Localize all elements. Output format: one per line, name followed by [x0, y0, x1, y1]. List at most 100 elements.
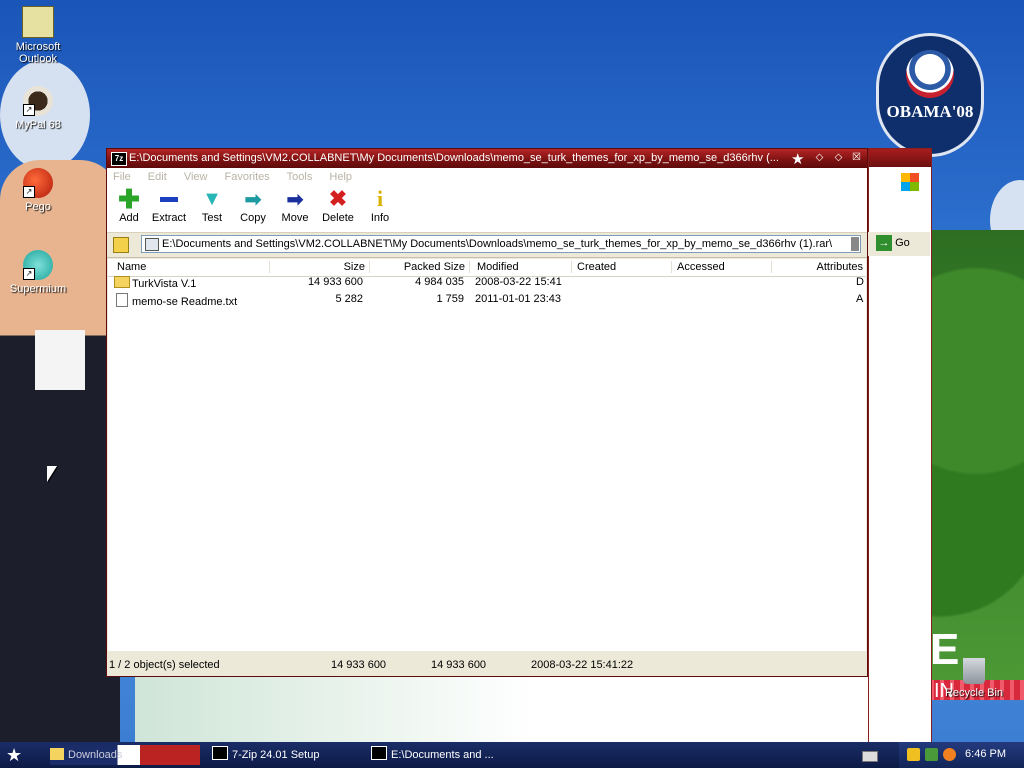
search-icon[interactable] — [943, 748, 956, 761]
close-button[interactable]: ☒ — [850, 152, 863, 164]
table-row[interactable]: TurkVista V.1 14 933 600 4 984 035 2008-… — [108, 276, 866, 292]
menu-file[interactable]: File — [113, 171, 131, 183]
status-packed: 14 933 600 — [431, 659, 487, 671]
row-modified: 2008-03-22 15:41 — [475, 276, 562, 288]
col-modified[interactable]: Modified — [477, 261, 572, 273]
obama-emblem-icon — [906, 50, 954, 98]
7zip-icon — [371, 746, 387, 760]
taskbar-item-downloads[interactable]: Downloads — [50, 745, 200, 765]
network-icon[interactable] — [925, 748, 938, 761]
star-icon[interactable]: ★ — [791, 150, 804, 168]
desktop-icon-label: Recycle Bin — [944, 687, 1004, 699]
col-name[interactable]: Name — [117, 261, 270, 273]
desktop-icon-mypal[interactable]: ↗ MyPal 68 — [0, 86, 76, 131]
status-bar: 1 / 2 object(s) selected 14 933 600 14 9… — [107, 655, 867, 676]
taskbar-item-7zip-setup[interactable]: 7-Zip 24.01 Setup — [212, 745, 319, 765]
row-name: TurkVista V.1 — [132, 278, 197, 290]
move-arrow-icon: ➡ — [286, 188, 304, 211]
outlook-icon — [22, 6, 54, 38]
system-tray: 6:46 PM — [899, 742, 1024, 768]
pego-icon: ↗ — [23, 168, 53, 198]
row-size: 5 282 — [335, 293, 363, 305]
copy-arrow-icon: ➡ — [244, 188, 262, 211]
extract-button[interactable]: Extract — [149, 188, 189, 224]
shortcut-arrow-icon: ↗ — [23, 186, 35, 198]
delete-label: Delete — [322, 212, 354, 224]
desktop-icon-pego[interactable]: ↗ Pego — [0, 168, 76, 213]
start-button[interactable]: ★ — [6, 745, 22, 766]
info-label: Info — [370, 212, 390, 224]
row-packed: 4 984 035 — [415, 276, 464, 288]
row-attr: D — [856, 276, 864, 288]
address-field[interactable]: E:\Documents and Settings\VM2.COLLABNET\… — [141, 235, 861, 253]
maximize-button[interactable]: ◇ — [832, 152, 845, 164]
check-icon: ▼ — [202, 187, 222, 210]
row-packed: 1 759 — [436, 293, 464, 305]
keyboard-icon[interactable] — [862, 751, 878, 762]
extract-label: Extract — [151, 212, 187, 224]
window-titlebar[interactable]: 7z E:\Documents and Settings\VM2.COLLABN… — [107, 149, 867, 168]
row-attr: A — [856, 293, 864, 305]
col-attributes[interactable]: Attributes — [788, 261, 867, 273]
add-button[interactable]: ✚ Add — [109, 184, 149, 225]
info-button[interactable]: i Info — [360, 186, 400, 224]
mouse-cursor — [47, 466, 57, 482]
test-label: Test — [201, 212, 223, 224]
folder-icon — [114, 276, 130, 288]
menu-help[interactable]: Help — [329, 171, 352, 183]
background-window-titlebar[interactable] — [869, 149, 931, 167]
col-size[interactable]: Size — [268, 261, 370, 273]
add-label: Add — [119, 212, 139, 224]
menu-view[interactable]: View — [184, 171, 208, 183]
row-name-cell: memo-se Readme.txt — [116, 293, 237, 308]
taskbar-item-7zip-window[interactable]: E:\Documents and ... — [371, 745, 494, 765]
desktop-icon-outlook[interactable]: Microsoft Outlook — [0, 6, 76, 65]
shortcut-arrow-icon: ↗ — [23, 268, 35, 280]
desktop-icon-label: Pego — [25, 201, 51, 213]
toolbar: ✚ Add Extract ▼ Test ➡ Copy ➡ Move ✖ Del… — [107, 184, 867, 233]
test-button[interactable]: ▼ Test — [192, 187, 232, 225]
7zip-icon — [212, 746, 228, 760]
delete-button[interactable]: ✖ Delete — [318, 186, 358, 224]
address-text: E:\Documents and Settings\VM2.COLLABNET\… — [162, 238, 833, 250]
go-button[interactable]: → Go — [876, 235, 926, 253]
go-arrow-icon: → — [876, 235, 892, 251]
address-bar: E:\Documents and Settings\VM2.COLLABNET\… — [107, 233, 867, 258]
menu-favorites[interactable]: Favorites — [225, 171, 270, 183]
col-accessed[interactable]: Accessed — [677, 261, 772, 273]
row-name: memo-se Readme.txt — [132, 296, 238, 308]
address-dropdown[interactable] — [851, 237, 859, 251]
row-name-cell: TurkVista V.1 — [114, 276, 196, 290]
col-created[interactable]: Created — [577, 261, 672, 273]
minus-icon — [149, 188, 189, 210]
col-packed-size[interactable]: Packed Size — [370, 261, 470, 273]
wallpaper-banner — [135, 677, 930, 742]
raccoon-icon: ↗ — [23, 86, 53, 116]
menu-edit[interactable]: Edit — [148, 171, 167, 183]
folder-icon — [50, 748, 64, 760]
row-size: 14 933 600 — [307, 276, 363, 288]
recycle-bin-icon — [963, 658, 985, 684]
obama-logo: OBAMA'08 — [876, 33, 984, 157]
menu-bar: File Edit View Favorites Tools Help — [107, 168, 867, 186]
file-list[interactable]: Name Size Packed Size Modified Created A… — [108, 259, 866, 759]
column-header: Name Size Packed Size Modified Created A… — [108, 259, 866, 277]
move-button[interactable]: ➡ Move — [275, 188, 315, 225]
info-icon: i — [376, 186, 384, 211]
shield-icon[interactable] — [907, 748, 920, 761]
row-modified: 2011-01-01 23:43 — [475, 293, 562, 305]
minimize-button[interactable]: ◇ — [813, 152, 826, 164]
archive-icon — [145, 238, 159, 251]
copy-button[interactable]: ➡ Copy — [233, 188, 273, 225]
supermium-icon: ↗ — [23, 250, 53, 280]
table-row[interactable]: memo-se Readme.txt 5 282 1 759 2011-01-0… — [108, 293, 866, 309]
7zip-window: 7z E:\Documents and Settings\VM2.COLLABN… — [106, 148, 868, 759]
x-icon: ✖ — [328, 186, 348, 211]
desktop-icon-recycle-bin[interactable]: Recycle Bin — [936, 658, 1012, 699]
desktop-icon-supermium[interactable]: ↗ Supermium — [0, 250, 76, 295]
status-date: 2008-03-22 15:41:22 — [531, 659, 634, 671]
menu-tools[interactable]: Tools — [287, 171, 313, 183]
clock[interactable]: 6:46 PM — [965, 748, 1006, 760]
up-folder-icon[interactable] — [113, 237, 129, 253]
obama-logo-text: OBAMA'08 — [886, 102, 974, 121]
